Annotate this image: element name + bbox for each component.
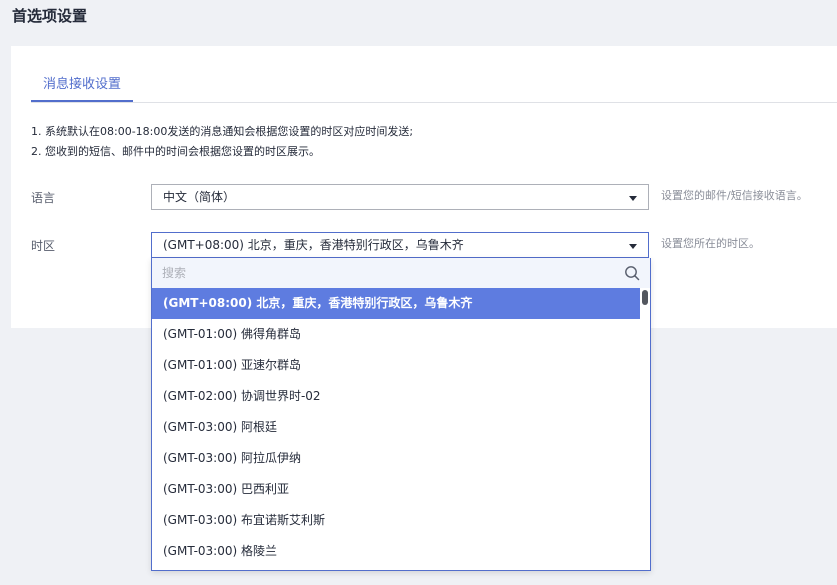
timezone-option[interactable]: (GMT-03:00) 格陵兰 (152, 536, 642, 567)
timezone-option[interactable]: (GMT-01:00) 佛得角群岛 (152, 319, 642, 350)
search-icon[interactable] (624, 265, 640, 281)
scrollbar-thumb[interactable] (642, 290, 648, 305)
timezone-label: 时区 (31, 239, 56, 253)
timezone-option[interactable]: (GMT+08:00) 北京，重庆，香港特别行政区，乌鲁木齐 (152, 288, 640, 319)
search-input[interactable] (152, 258, 612, 288)
timezone-option[interactable]: (GMT-03:00) 布宜诺斯艾利斯 (152, 505, 642, 536)
note-line: 2. 您收到的短信、邮件中的时间会根据您设置的时区展示。 (31, 145, 320, 158)
tab-bar: 消息接收设置 (31, 76, 837, 103)
language-label: 语言 (31, 191, 56, 205)
timezone-select[interactable]: (GMT+08:00) 北京，重庆，香港特别行政区，乌鲁木齐 (151, 232, 649, 258)
timezone-option[interactable]: (GMT-03:00) 阿根廷 (152, 412, 642, 443)
language-value: 中文（简体） (163, 190, 236, 204)
page-title: 首选项设置 (12, 7, 88, 25)
timezone-option[interactable]: (GMT-01:00) 亚速尔群岛 (152, 350, 642, 381)
timezone-value: (GMT+08:00) 北京，重庆，香港特别行政区，乌鲁木齐 (163, 238, 464, 252)
chevron-down-icon (629, 196, 637, 201)
notes: 1. 系统默认在08:00-18:00发送的消息通知会根据您设置的时区对应时间发… (31, 122, 413, 162)
language-select[interactable]: 中文（简体） (151, 184, 649, 210)
chevron-down-icon (629, 244, 637, 249)
timezone-hint: 设置您所在的时区。 (661, 237, 760, 250)
timezone-dropdown: (GMT+08:00) 北京，重庆，香港特别行政区，乌鲁木齐 (GMT-01:0… (151, 258, 651, 571)
timezone-option[interactable]: (GMT-03:00) 巴西利亚 (152, 474, 642, 505)
language-hint: 设置您的邮件/短信接收语言。 (661, 189, 808, 202)
note-line: 1. 系统默认在08:00-18:00发送的消息通知会根据您设置的时区对应时间发… (31, 125, 414, 138)
option-list: (GMT+08:00) 北京，重庆，香港特别行政区，乌鲁木齐 (GMT-01:0… (152, 288, 642, 567)
tab-message-settings[interactable]: 消息接收设置 (31, 76, 134, 102)
search-row (152, 258, 650, 288)
timezone-option[interactable]: (GMT-02:00) 协调世界时-02 (152, 381, 642, 412)
timezone-option[interactable]: (GMT-03:00) 阿拉瓜伊纳 (152, 443, 642, 474)
